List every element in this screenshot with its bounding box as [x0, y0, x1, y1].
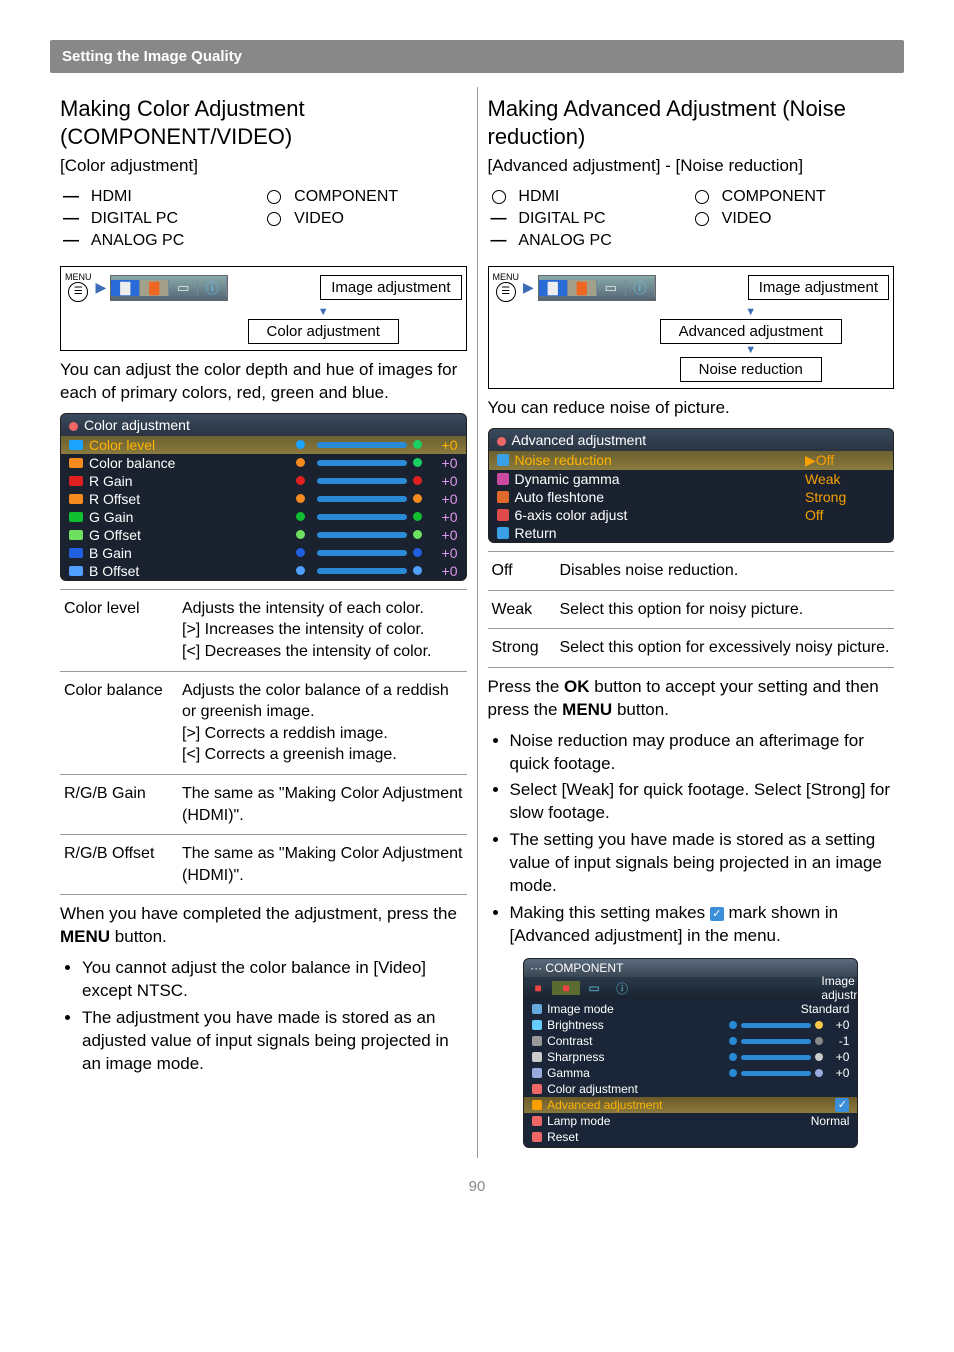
menu-flow-label: Image adjustment — [748, 275, 889, 300]
menu2-titlebar: ··· COMPONENT — [524, 959, 857, 977]
menu-row: Gamma+0 — [524, 1065, 857, 1081]
screenshot-row: Auto fleshtoneStrong — [489, 488, 894, 506]
check-icon: ✓ — [835, 1098, 849, 1112]
screenshot-title: Advanced adjustment — [489, 429, 894, 451]
menu-flow-down: ▼ Color adjustment — [185, 306, 462, 344]
screenshot-row: Color balance+0 — [61, 454, 466, 472]
menu-flow-left: MENU☰ ▶ ▇▇▭ⓘ Image adjustment ▼ Color ad… — [60, 266, 467, 351]
list-item: Select [Weak] for quick footage. Select … — [510, 779, 895, 825]
compat-item: — DIGITAL PC — [488, 210, 691, 228]
left-subheading: [Color adjustment] — [60, 156, 467, 176]
page-number: 90 — [50, 1178, 904, 1195]
list-item: You cannot adjust the color balance in [… — [82, 957, 467, 1003]
screenshot-row: R Offset+0 — [61, 490, 466, 508]
menu-row: Reset — [524, 1129, 857, 1145]
menu-row: Color adjustment — [524, 1081, 857, 1097]
arrow-down-icon: ▼ — [613, 344, 890, 356]
compat-item: COMPONENT — [691, 188, 894, 206]
list-item: Noise reduction may produce an afterimag… — [510, 730, 895, 776]
left-heading: Making Color Adjustment (COMPONENT/VIDEO… — [60, 95, 467, 150]
page: Setting the Image Quality Making Color A… — [0, 0, 954, 1225]
right-column: Making Advanced Adjustment (Noise reduct… — [478, 87, 905, 1158]
menu-row: Sharpness+0 — [524, 1049, 857, 1065]
screenshot-title: Color adjustment — [61, 414, 466, 436]
table-row: Color balanceAdjusts the color balance o… — [60, 671, 467, 774]
compat-item: — DIGITAL PC — [60, 210, 263, 228]
menu-button-icon: MENU☰ — [65, 273, 92, 302]
page-header: Setting the Image Quality — [50, 40, 904, 73]
menu-flow-box: Advanced adjustment — [660, 319, 842, 344]
table-row: R/G/B OffsetThe same as "Making Color Ad… — [60, 835, 467, 895]
right-paragraph-1: You can reduce noise of picture. — [488, 397, 895, 420]
menu-tab-icons: ▇▇▭ⓘ — [110, 275, 228, 301]
compat-item: VIDEO — [691, 210, 894, 228]
table-row: Color levelAdjusts the intensity of each… — [60, 589, 467, 671]
arrow-right-icon: ▶ — [96, 279, 107, 296]
right-subheading: [Advanced adjustment] - [Noise reduction… — [488, 156, 895, 176]
screenshot-image-adjustment-menu: ··· COMPONENT ■■▭ⓘ Image adjustment Imag… — [523, 958, 858, 1148]
compat-item: — ANALOG PC — [60, 232, 263, 250]
menu-row: Image modeStandard — [524, 1001, 857, 1017]
list-item: The adjustment you have made is stored a… — [82, 1007, 467, 1076]
menu-flow-box: Noise reduction — [680, 357, 822, 382]
screenshot-row: 6-axis color adjustOff — [489, 506, 894, 524]
menu-flow-right: MENU☰ ▶ ▇▇▭ⓘ Image adjustment ▼ Advanced… — [488, 266, 895, 389]
columns: Making Color Adjustment (COMPONENT/VIDEO… — [50, 87, 904, 1158]
screenshot-row: Noise reduction▶Off — [489, 451, 894, 470]
compat-grid-right: HDMI COMPONENT — DIGITAL PC VIDEO — ANAL… — [488, 186, 895, 252]
screenshot-advanced-adjustment: Advanced adjustment Noise reduction▶OffD… — [488, 428, 895, 543]
definitions-table-right: OffDisables noise reduction.WeakSelect t… — [488, 551, 895, 668]
right-paragraph-2: Press the OK button to accept your setti… — [488, 676, 895, 722]
menu-row: Brightness+0 — [524, 1017, 857, 1033]
screenshot-row: R Gain+0 — [61, 472, 466, 490]
table-row: R/G/B GainThe same as "Making Color Adju… — [60, 775, 467, 835]
screenshot-row: Color level+0 — [61, 436, 466, 454]
screenshot-row: B Offset+0 — [61, 562, 466, 580]
arrow-down-icon: ▼ — [613, 306, 890, 318]
menu2-icon-row: ■■▭ⓘ Image adjustment — [524, 977, 857, 999]
check-icon: ✓ — [710, 907, 724, 921]
list-item: Making this setting makes ✓ mark shown i… — [510, 902, 895, 948]
compat-item: VIDEO — [263, 210, 466, 228]
table-row: StrongSelect this option for excessively… — [488, 629, 895, 668]
right-heading: Making Advanced Adjustment (Noise reduct… — [488, 95, 895, 150]
menu-flow-down: ▼ Advanced adjustment ▼ Noise reduction — [613, 306, 890, 382]
table-row: OffDisables noise reduction. — [488, 551, 895, 590]
menu2-label: Image adjustment — [821, 974, 857, 1002]
definitions-table-left: Color levelAdjusts the intensity of each… — [60, 589, 467, 896]
screenshot-row: G Offset+0 — [61, 526, 466, 544]
compat-item: — HDMI — [60, 188, 263, 206]
table-row: WeakSelect this option for noisy picture… — [488, 590, 895, 629]
compat-item: COMPONENT — [263, 188, 466, 206]
screenshot-row: B Gain+0 — [61, 544, 466, 562]
menu-button-icon: MENU☰ — [493, 273, 520, 302]
left-paragraph-1: You can adjust the color depth and hue o… — [60, 359, 467, 405]
menu-tab-icons: ▇▇▭ⓘ — [538, 275, 656, 301]
screenshot-color-adjustment: Color adjustment Color level+0Color bala… — [60, 413, 467, 581]
left-paragraph-2: When you have completed the adjustment, … — [60, 903, 467, 949]
screenshot-row: Return — [489, 524, 894, 542]
menu-row: Lamp modeNormal — [524, 1113, 857, 1129]
list-item: The setting you have made is stored as a… — [510, 829, 895, 898]
menu-row: Contrast-1 — [524, 1033, 857, 1049]
menu-row: Advanced adjustment✓ — [524, 1097, 857, 1113]
compat-grid-left: — HDMI COMPONENT — DIGITAL PC VIDEO — AN… — [60, 186, 467, 252]
left-bullets: You cannot adjust the color balance in [… — [60, 957, 467, 1076]
compat-item: HDMI — [488, 188, 691, 206]
arrow-down-icon: ▼ — [185, 306, 462, 318]
right-bullets: Noise reduction may produce an afterimag… — [488, 730, 895, 948]
arrow-right-icon: ▶ — [523, 279, 534, 296]
menu-flow-box: Color adjustment — [248, 319, 399, 344]
screenshot-row: Dynamic gammaWeak — [489, 470, 894, 488]
compat-item: — ANALOG PC — [488, 232, 691, 250]
left-column: Making Color Adjustment (COMPONENT/VIDEO… — [50, 87, 478, 1158]
menu-flow-label: Image adjustment — [320, 275, 461, 300]
screenshot-row: G Gain+0 — [61, 508, 466, 526]
